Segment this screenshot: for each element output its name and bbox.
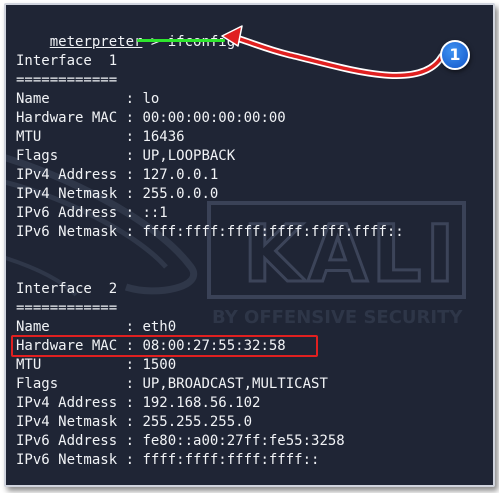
field-value: eth0	[142, 319, 177, 335]
field-key: MTU	[16, 129, 126, 145]
field-value: UP,BROADCAST,MULTICAST	[142, 376, 328, 392]
field-key: IPv4 Address	[16, 395, 126, 411]
interface-1-row-ipv4-address: IPv4 Address : 127.0.0.1	[16, 167, 219, 183]
command-line[interactable]: meterpreter > ifconfig	[16, 14, 235, 50]
field-value: ffff:ffff:ffff:ffff::	[142, 452, 320, 468]
command-text: ifconfig	[167, 34, 236, 50]
command-underline	[137, 39, 225, 42]
field-key: MTU	[16, 357, 126, 373]
field-key: IPv4 Netmask	[16, 414, 126, 430]
field-value: 16436	[142, 129, 185, 145]
field-key: IPv6 Netmask	[16, 452, 126, 468]
field-value: 255.255.255.0	[142, 414, 253, 430]
interface-2-header-rule: ============	[16, 300, 118, 316]
hardware-mac-highlight	[11, 335, 318, 357]
field-key: IPv4 Netmask	[16, 186, 126, 202]
prompt-text: meterpreter	[49, 34, 143, 50]
field-value: 00:00:00:00:00:00	[142, 110, 286, 126]
interface-1-row-hardware-mac: Hardware MAC : 00:00:00:00:00:00	[16, 110, 286, 126]
interface-1-row-flags: Flags : UP,LOOPBACK	[16, 148, 236, 164]
interface-2-row-ipv6-netmask: IPv6 Netmask : ffff:ffff:ffff:ffff::	[16, 452, 320, 468]
interface-1-row-ipv6-netmask: IPv6 Netmask : ffff:ffff:ffff:ffff:ffff:…	[16, 224, 404, 240]
kali-tagline-text: BY OFFENSIVE SECURITY	[212, 307, 463, 328]
interface-2-row-ipv4-netmask: IPv4 Netmask : 255.255.255.0	[16, 414, 253, 430]
interface-1-header: Interface 1	[16, 53, 118, 69]
field-value: lo	[142, 91, 160, 107]
field-key: Flags	[16, 376, 126, 392]
field-key: IPv6 Address	[16, 205, 126, 221]
prompt-separator: >	[142, 34, 168, 50]
field-key: Name	[16, 91, 126, 107]
interface-2-row-mtu: MTU : 1500	[16, 357, 177, 373]
field-value: 255.0.0.0	[142, 186, 219, 202]
terminal-window[interactable]: KALI BY OFFENSIVE SECURITY meterpreter >…	[4, 3, 495, 487]
interface-1-row-ipv4-netmask: IPv4 Netmask : 255.0.0.0	[16, 186, 219, 202]
field-value: fe80::a00:27ff:fe55:3258	[142, 433, 345, 449]
field-value: ::1	[142, 205, 168, 221]
interface-1-row-name: Name : lo	[16, 91, 160, 107]
interface-2-row-ipv6-address: IPv6 Address : fe80::a00:27ff:fe55:3258	[16, 433, 345, 449]
interface-2-row-flags: Flags : UP,BROADCAST,MULTICAST	[16, 376, 328, 392]
field-key: IPv6 Netmask	[16, 224, 126, 240]
field-key: Flags	[16, 148, 126, 164]
field-value: UP,LOOPBACK	[142, 148, 236, 164]
field-value: 127.0.0.1	[142, 167, 219, 183]
interface-1-row-ipv6-address: IPv6 Address : ::1	[16, 205, 168, 221]
field-key: IPv6 Address	[16, 433, 126, 449]
field-key: Name	[16, 319, 126, 335]
interface-1-row-mtu: MTU : 16436	[16, 129, 185, 145]
field-key: IPv4 Address	[16, 167, 126, 183]
field-value: 1500	[142, 357, 177, 373]
interface-2-header: Interface 2	[16, 281, 118, 297]
step-badge: 1	[440, 40, 470, 70]
interface-2-row-ipv4-address: IPv4 Address : 192.168.56.102	[16, 395, 261, 411]
interface-1-header-rule: ============	[16, 72, 118, 88]
field-value: 192.168.56.102	[142, 395, 261, 411]
field-key: Hardware MAC	[16, 110, 126, 126]
field-value: ffff:ffff:ffff:ffff:ffff:ffff::	[142, 224, 404, 240]
